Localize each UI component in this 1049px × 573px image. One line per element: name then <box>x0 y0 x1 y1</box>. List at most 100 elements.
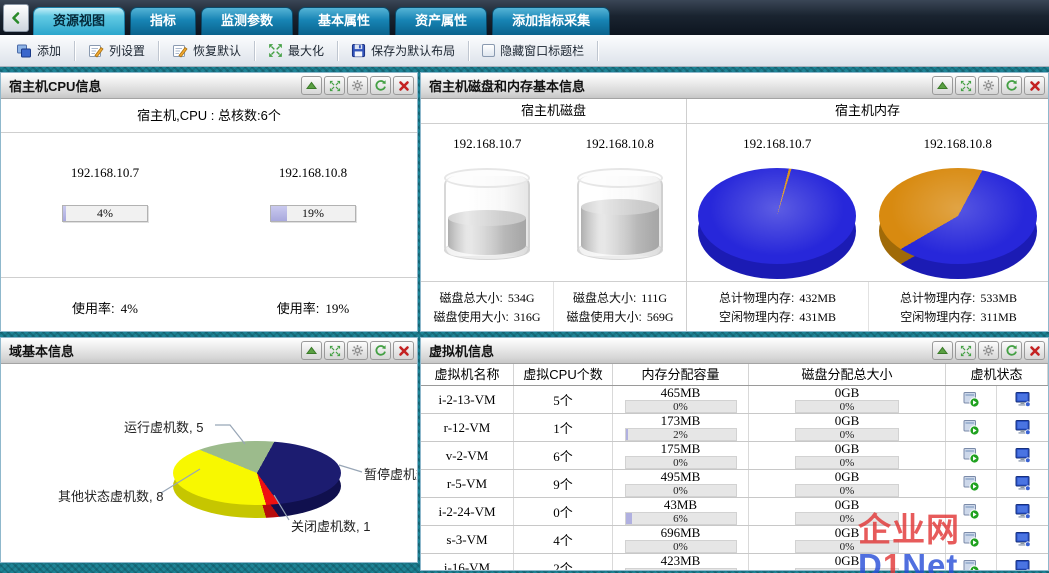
host-ip: 192.168.10.7 <box>421 136 554 152</box>
cpu-usage-caption: 使用率:19% <box>209 278 417 317</box>
pie-label-running: 运行虚机数, 5 <box>124 417 203 436</box>
vm-cpu-cell: 2个 <box>514 554 613 571</box>
disk-cylinder-gauge <box>577 168 663 260</box>
vm-console-button[interactable] <box>997 526 1048 553</box>
col-mem-alloc: 内存分配容量 <box>613 364 749 385</box>
scroll-left-button[interactable] <box>3 4 29 32</box>
vm-mem-cell: 495MB 0% <box>613 470 749 497</box>
expand-arrows-icon <box>268 43 283 58</box>
maximize-button[interactable] <box>955 341 976 360</box>
gear-icon <box>351 79 364 92</box>
disk-usage-bar <box>795 568 899 571</box>
tab-indicators[interactable]: 指标 <box>130 7 196 35</box>
gear-icon <box>982 344 995 357</box>
panel-titlebar[interactable]: 虚拟机信息 <box>421 338 1048 364</box>
refresh-icon <box>374 344 387 357</box>
vm-name-cell: i-2-24-VM <box>421 498 514 525</box>
gear-icon <box>982 79 995 92</box>
cpu-summary: 宿主机,CPU : 总核数:6个 <box>1 99 417 133</box>
settings-button[interactable] <box>347 341 368 360</box>
computer-icon <box>1014 559 1031 571</box>
maximize-button[interactable]: 最大化 <box>255 35 337 66</box>
refresh-button[interactable] <box>370 76 391 95</box>
settings-button[interactable] <box>978 76 999 95</box>
settings-button[interactable] <box>978 341 999 360</box>
vm-console-button[interactable] <box>997 386 1048 413</box>
maximize-button[interactable] <box>324 341 345 360</box>
checkbox-icon[interactable] <box>482 44 495 57</box>
close-button[interactable] <box>1024 76 1045 95</box>
vm-action-button[interactable] <box>946 498 997 525</box>
triangle-up-icon <box>936 80 949 91</box>
computer-icon <box>1014 475 1031 492</box>
host-ip: 192.168.10.7 <box>71 165 139 181</box>
mem-usage-bar: 0% <box>625 456 737 469</box>
save-layout-button[interactable]: 保存为默认布局 <box>338 35 468 66</box>
gear-icon <box>351 344 364 357</box>
collapse-button[interactable] <box>932 76 953 95</box>
triangle-up-icon <box>936 345 949 356</box>
vm-run-icon <box>963 475 980 492</box>
vm-cpu-cell: 4个 <box>514 526 613 553</box>
vm-action-button[interactable] <box>946 526 997 553</box>
cpu-usage-caption: 使用率:4% <box>1 278 209 317</box>
settings-button[interactable] <box>347 76 368 95</box>
expand-arrows-icon <box>329 345 341 357</box>
memory-stats: 总计物理内存:432MB 空闲物理内存:431MB <box>687 282 869 332</box>
panel-domain-info: 域基本信息 运行虚机数, 5 暂停虚机数 <box>0 337 418 563</box>
refresh-button[interactable] <box>1001 76 1022 95</box>
mem-usage-bar: 2% <box>625 428 737 441</box>
table-row: v-2-VM 6个 175MB 0% 0GB 0% <box>421 442 1048 470</box>
tab-add-indicator-collection[interactable]: 添加指标采集 <box>492 7 610 35</box>
refresh-button[interactable] <box>370 341 391 360</box>
expand-arrows-icon <box>960 80 972 92</box>
col-vcpu-count: 虚拟CPU个数 <box>514 364 613 385</box>
close-button[interactable] <box>393 76 414 95</box>
vm-action-button[interactable] <box>946 442 997 469</box>
refresh-button[interactable] <box>1001 341 1022 360</box>
col-vm-name: 虚拟机名称 <box>421 364 514 385</box>
refresh-icon <box>1005 79 1018 92</box>
vm-name-cell: v-2-VM <box>421 442 514 469</box>
disk-usage-bar: 0% <box>795 428 899 441</box>
vm-disk-cell: 0GB 0% <box>749 498 946 525</box>
hide-titlebar-toggle[interactable]: 隐藏窗口标题栏 <box>469 35 597 66</box>
vm-disk-cell: 0GB 0% <box>749 526 946 553</box>
vm-console-button[interactable] <box>997 470 1048 497</box>
disk-usage-bar: 0% <box>795 512 899 525</box>
add-button[interactable]: 添加 <box>3 35 74 66</box>
tab-basic-properties[interactable]: 基本属性 <box>298 7 390 35</box>
close-icon <box>398 80 410 92</box>
close-button[interactable] <box>393 341 414 360</box>
cpu-usage-value: 19% <box>271 206 355 221</box>
maximize-button[interactable] <box>324 76 345 95</box>
column-settings-button[interactable]: 列设置 <box>75 35 158 66</box>
tab-resource-view[interactable]: 资源视图 <box>33 7 125 35</box>
collapse-button[interactable] <box>301 76 322 95</box>
panel-titlebar[interactable]: 宿主机CPU信息 <box>1 73 417 99</box>
vm-run-icon <box>963 559 980 571</box>
vm-console-button[interactable] <box>997 442 1048 469</box>
pie-label-other: 其他状态虚机数, 8 <box>58 486 163 505</box>
vm-name-cell: i-2-13-VM <box>421 386 514 413</box>
vm-action-button[interactable] <box>946 414 997 441</box>
vm-action-button[interactable] <box>946 470 997 497</box>
vm-mem-cell: 465MB 0% <box>613 386 749 413</box>
maximize-button[interactable] <box>955 76 976 95</box>
tab-monitor-params[interactable]: 监测参数 <box>201 7 293 35</box>
vm-console-button[interactable] <box>997 414 1048 441</box>
tab-asset-properties[interactable]: 资产属性 <box>395 7 487 35</box>
cpu-usage-value: 4% <box>63 206 147 221</box>
vm-console-button[interactable] <box>997 554 1048 571</box>
panel-vm-info: 虚拟机信息 虚拟机名称 虚拟CPU个数 内存分配容量 磁盘分配总大小 虚机状态 <box>420 337 1049 571</box>
vm-action-button[interactable] <box>946 554 997 571</box>
close-button[interactable] <box>1024 341 1045 360</box>
host-ip: 192.168.10.8 <box>868 136 1049 152</box>
collapse-button[interactable] <box>932 341 953 360</box>
collapse-button[interactable] <box>301 341 322 360</box>
vm-action-button[interactable] <box>946 386 997 413</box>
restore-default-button[interactable]: 恢复默认 <box>159 35 254 66</box>
panel-titlebar[interactable]: 域基本信息 <box>1 338 417 364</box>
vm-console-button[interactable] <box>997 498 1048 525</box>
panel-titlebar[interactable]: 宿主机磁盘和内存基本信息 <box>421 73 1048 99</box>
